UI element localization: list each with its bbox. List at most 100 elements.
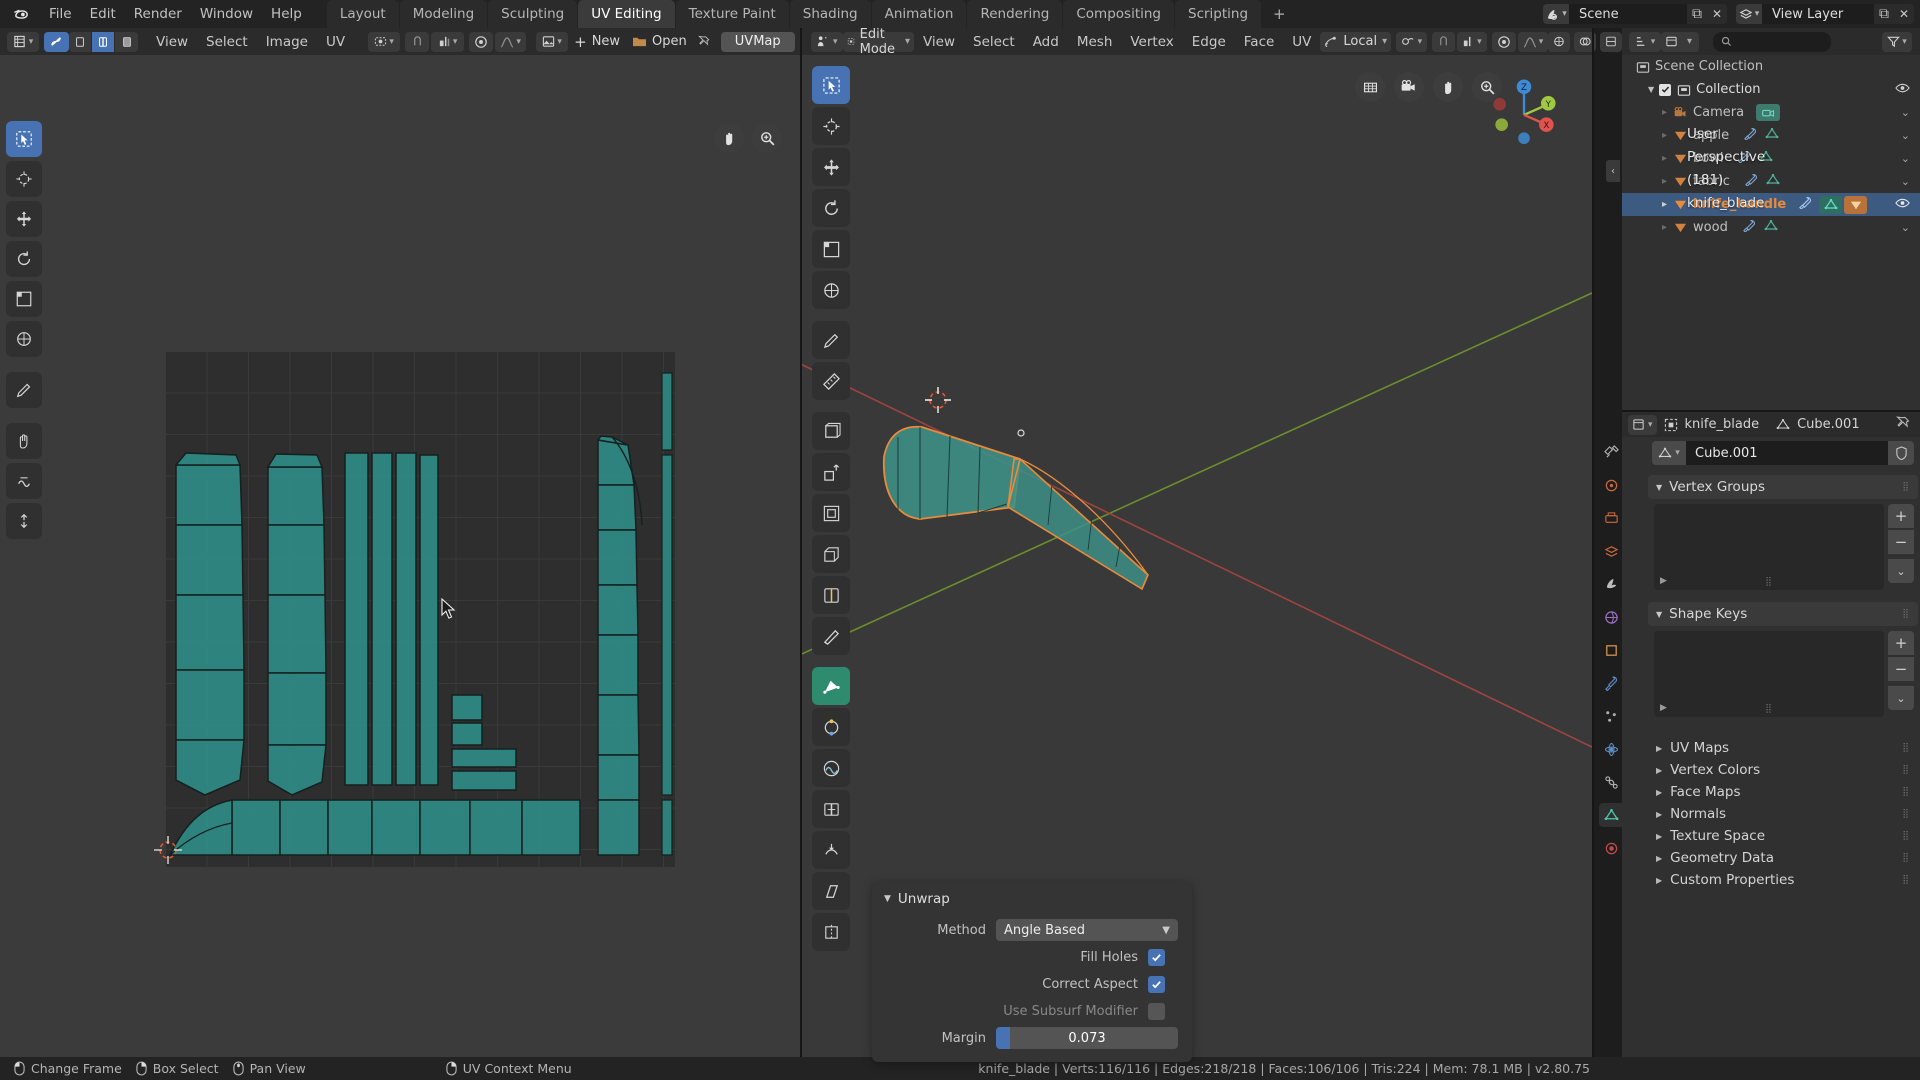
view-layer-selector[interactable]: ▾ View Layer ⧉ ✕	[1736, 4, 1914, 24]
vp-tool-rip-region[interactable]	[812, 913, 850, 951]
properties-tab-world[interactable]	[1599, 605, 1623, 629]
snap-target-selector[interactable]: ▾	[1457, 31, 1487, 52]
blender-logo-icon[interactable]	[8, 1, 34, 27]
outliner-row-camera[interactable]: ▸ Camera ⌄	[1622, 101, 1920, 124]
fill-holes-checkbox[interactable]	[1148, 948, 1165, 966]
editor-type-selector[interactable]: ▾	[7, 31, 39, 52]
vp-tool-spin[interactable]	[812, 708, 850, 746]
remove-shape-key-button[interactable]: −	[1888, 657, 1914, 681]
workspace-tab-sculpting[interactable]: Sculpting	[488, 0, 578, 28]
visibility-eye-icon[interactable]	[1895, 82, 1910, 98]
workspace-tab-animation[interactable]: Animation	[871, 0, 967, 28]
pin-image-button[interactable]	[693, 32, 715, 52]
add-workspace-button[interactable]: +	[1262, 0, 1297, 28]
hand-pan-icon[interactable]	[1433, 72, 1463, 102]
properties-tab-tool[interactable]	[1599, 440, 1623, 464]
properties-tab-material[interactable]	[1599, 836, 1623, 860]
shape-key-specials-button[interactable]: ⌄	[1888, 686, 1914, 710]
collection-checkbox[interactable]	[1659, 83, 1672, 96]
transform-orientation-selector[interactable]: Local ▾	[1320, 31, 1392, 52]
properties-tab-object[interactable]	[1599, 638, 1623, 662]
breadcrumb-data-name[interactable]: Cube.001	[1797, 417, 1860, 432]
outliner-row-collection[interactable]: ▼ Collection	[1622, 78, 1920, 101]
panel-header-face-maps[interactable]: ▶ Face Maps ⣿	[1648, 781, 1918, 803]
uv-tool-move[interactable]	[6, 201, 42, 237]
vertex-groups-buttons[interactable]: + − ⌄	[1888, 504, 1914, 583]
viewport-toolbar[interactable]	[812, 66, 850, 951]
vertex-groups-list[interactable]: ▶ ⣿ + − ⌄	[1654, 504, 1914, 590]
uv-menu-select[interactable]: Select	[197, 32, 257, 52]
uv-select-mode-edge[interactable]	[92, 31, 115, 52]
margin-slider[interactable]: 0.073	[996, 1027, 1178, 1049]
mesh-data-icon[interactable]	[1765, 127, 1779, 144]
vp-tool-transform[interactable]	[812, 271, 850, 309]
workspace-tab-shading[interactable]: Shading	[789, 0, 871, 28]
pivot-point-selector[interactable]: ▾	[1396, 31, 1428, 52]
vp-tool-loopcut[interactable]	[812, 576, 850, 614]
properties-tab-scene[interactable]	[1599, 572, 1623, 596]
uv-menu-image[interactable]: Image	[257, 32, 317, 52]
proportional-edit-toggle[interactable]	[1491, 31, 1516, 52]
vp-tool-knife[interactable]	[812, 617, 850, 655]
vp-tool-extrude[interactable]	[812, 453, 850, 491]
uv-tool-annotate[interactable]	[6, 372, 42, 408]
uv-tool-transform[interactable]	[6, 321, 42, 357]
uvmap-name-field[interactable]: UVMap	[720, 31, 795, 52]
delete-view-layer-button[interactable]: ✕	[1894, 4, 1914, 24]
vp-tool-tweak[interactable]	[812, 66, 850, 104]
uv-tool-rotate[interactable]	[6, 241, 42, 277]
panel-header-vertex-groups[interactable]: ▼ Vertex Groups ⣿	[1648, 475, 1918, 499]
outliner-panel[interactable]: Scene Collection ▼ Collection ▸ Camera ⌄	[1622, 55, 1920, 410]
viewport-menu-select[interactable]: Select	[964, 32, 1024, 52]
method-select[interactable]: Angle Based ▼	[996, 919, 1178, 941]
outliner-expand-chevron-icon[interactable]: ⌄	[1901, 151, 1910, 166]
workspace-tab-texture-paint[interactable]: Texture Paint	[675, 0, 789, 28]
properties-tab-modifiers[interactable]	[1599, 671, 1623, 695]
uv-select-mode-face[interactable]	[115, 31, 138, 52]
mesh-data-icon[interactable]	[1766, 173, 1780, 190]
menu-edit[interactable]: Edit	[81, 3, 125, 25]
uv-sync-selection-toggle[interactable]	[44, 31, 69, 52]
properties-tab-physics[interactable]	[1599, 737, 1623, 761]
vp-tool-edge-slide[interactable]	[812, 790, 850, 828]
operator-panel-header[interactable]: ▼ Unwrap	[872, 882, 1192, 914]
viewport-menu-mesh[interactable]: Mesh	[1068, 32, 1122, 52]
workspace-tab-compositing[interactable]: Compositing	[1063, 0, 1174, 28]
vp-tool-bevel[interactable]	[812, 535, 850, 573]
vertex-group-specials-button[interactable]: ⌄	[1888, 559, 1914, 583]
uv-tool-tweak[interactable]	[6, 121, 42, 157]
new-image-button[interactable]: + New	[568, 32, 626, 52]
uv-tool-grab[interactable]	[6, 423, 42, 459]
viewport-nav-gizmos[interactable]	[1355, 72, 1502, 102]
workspace-tab-rendering[interactable]: Rendering	[967, 0, 1063, 28]
uv-toolbar[interactable]	[6, 121, 42, 539]
outliner-expand-chevron-icon[interactable]: ⌄	[1901, 128, 1910, 143]
uv-tool-pinch[interactable]	[6, 503, 42, 539]
snap-toggle[interactable]	[1432, 31, 1456, 52]
breadcrumb-object-name[interactable]: knife_blade	[1685, 417, 1760, 432]
outliner-search-input[interactable]	[1713, 31, 1831, 52]
menu-help[interactable]: Help	[262, 3, 311, 25]
shape-keys-buttons[interactable]: + − ⌄	[1888, 631, 1914, 710]
vp-tool-shear[interactable]	[812, 872, 850, 910]
vp-tool-rotate[interactable]	[812, 189, 850, 227]
properties-tab-view-layer[interactable]	[1599, 539, 1623, 563]
uv-select-mode-group[interactable]	[69, 31, 138, 52]
shape-keys-list[interactable]: ▶ ⣿ + − ⌄	[1654, 631, 1914, 717]
outliner-row-fabric[interactable]: ▸ fabric ⌄	[1622, 170, 1920, 193]
outliner-collapse-arrow[interactable]: ‹	[1606, 160, 1620, 182]
viewport-menu-add[interactable]: Add	[1024, 32, 1068, 52]
uv-menu-view[interactable]: View	[147, 32, 197, 52]
viewport-editor-type-selector[interactable]: ▾	[811, 31, 843, 52]
correct-aspect-checkbox[interactable]	[1148, 975, 1165, 993]
properties-tab-particles[interactable]	[1599, 704, 1623, 728]
scene-selector[interactable]: ▾ Scene ⧉ ✕	[1543, 4, 1727, 24]
camera-view-icon[interactable]	[1394, 72, 1424, 102]
camera-data-icon[interactable]	[1756, 104, 1781, 121]
pin-id-icon[interactable]	[1896, 415, 1910, 434]
menu-file[interactable]: File	[40, 3, 81, 25]
viewport-menu-view[interactable]: View	[914, 32, 964, 52]
viewport-menu-face[interactable]: Face	[1235, 32, 1284, 52]
open-image-button[interactable]: Open	[626, 32, 693, 52]
uv-proportional-edit-toggle[interactable]	[469, 31, 494, 52]
